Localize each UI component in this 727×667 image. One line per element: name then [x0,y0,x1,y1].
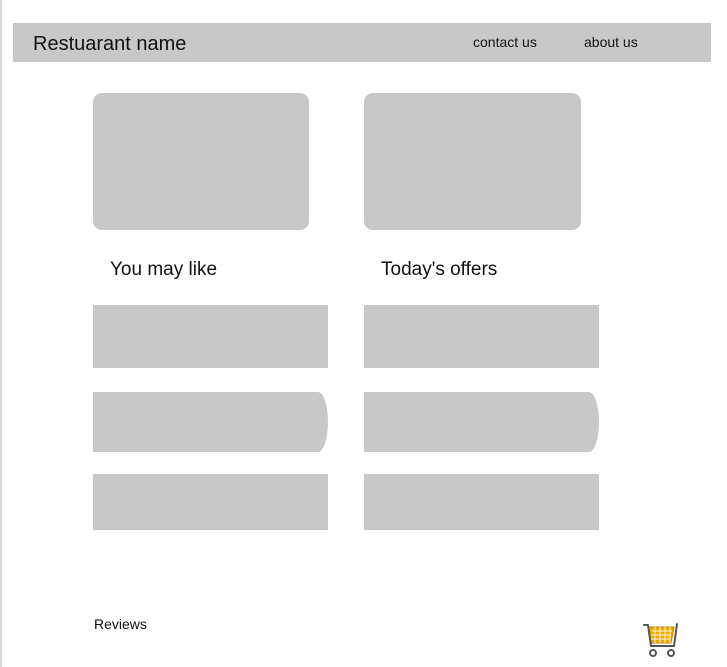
page-edge-divider [0,0,2,667]
contact-us-link[interactable]: contact us [473,34,537,50]
hero-image-placeholder-right [364,93,581,230]
offer-item-2[interactable] [364,392,599,452]
hero-image-placeholder-left [93,93,309,230]
top-navigation-bar: Restuarant name contact us about us [13,23,711,62]
about-us-link[interactable]: about us [584,34,638,50]
reviews-link[interactable]: Reviews [94,616,147,632]
recommended-item-3[interactable] [93,474,328,530]
offer-item-3[interactable] [364,474,599,530]
page: Restuarant name contact us about us You … [0,0,727,667]
shopping-cart-icon[interactable] [641,622,681,660]
you-may-like-heading: You may like [110,259,218,280]
todays-offers-heading: Today's offers [381,259,498,280]
recommended-item-1[interactable] [93,305,328,368]
recommended-item-2[interactable] [93,392,328,452]
restaurant-name: Restuarant name [33,33,187,55]
offer-item-1[interactable] [364,305,599,368]
